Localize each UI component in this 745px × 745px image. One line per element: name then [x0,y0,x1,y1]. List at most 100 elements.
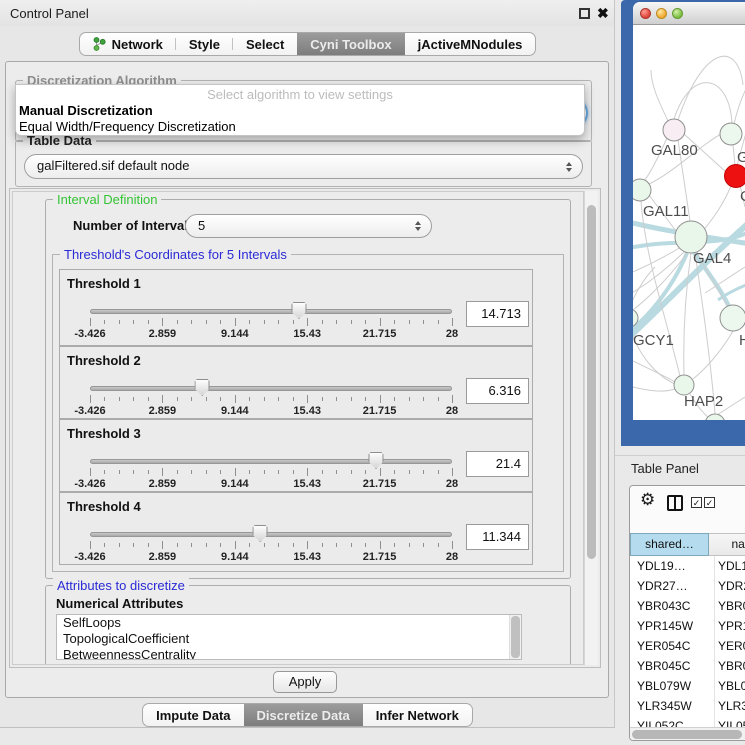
node-bottom-node[interactable] [705,414,725,420]
split-columns-icon[interactable] [667,495,683,511]
column-header-shared-name[interactable]: shared… [630,533,709,556]
network-icon [93,37,106,51]
tab-cyni-toolbox[interactable]: Cyni Toolbox [297,32,404,56]
threshold-slider[interactable]: -3.4262.8599.14415.4321.71528 [90,378,452,420]
table-row[interactable]: YPR145WYPR145W [630,616,745,636]
tick-mark [104,397,105,401]
threshold-slider[interactable]: -3.4262.8599.14415.4321.71528 [90,301,452,343]
tick-mark [264,397,265,401]
tick-label: 9.144 [221,328,249,340]
close-icon[interactable]: ✖ [597,5,609,22]
attribute-item-topologicalcoefficient[interactable]: TopologicalCoefficient [57,631,521,647]
tick-mark [249,397,250,401]
cell-name: YBR043C [718,596,745,616]
tick-mark [162,468,163,476]
numerical-attributes-list[interactable]: SelfLoopsTopologicalCoefficientBetweenne… [56,614,522,660]
attributes-scrollbar[interactable] [509,615,521,659]
attribute-item-selfloops[interactable]: SelfLoops [57,615,521,631]
number-of-intervals-label: Number of Intervals [73,214,195,238]
bottom-tab-impute-data[interactable]: Impute Data [142,703,243,727]
tick-mark [148,320,149,324]
slider-tick-labels: -3.4262.8599.14415.4321.71528 [90,551,452,563]
threshold-value-field[interactable]: 6.316 [466,378,529,404]
node-selected-red[interactable] [725,165,745,188]
node-gal80[interactable] [663,119,685,141]
screen: Control Panel ✖ NetworkStyleSelectCyni T… [0,0,745,745]
node-gal4[interactable] [675,221,707,253]
threshold-label: Threshold 2 [67,353,141,368]
threshold-value-field[interactable]: 14.713 [466,301,529,327]
gear-icon[interactable]: ⚙ [640,490,655,510]
table-hscrollbar-thumb[interactable] [632,730,742,739]
bottom-tab-discretize-data[interactable]: Discretize Data [244,703,363,727]
threshold-value-field[interactable]: 11.344 [466,524,529,550]
tick-mark [293,470,294,474]
checkbox-icon[interactable]: ✓ [691,497,702,508]
tick-mark [104,543,105,547]
table-row[interactable]: YDL19…YDL19 [630,556,745,576]
node-h-node[interactable] [720,305,745,331]
table-row[interactable]: YLR345WYLR345W [630,696,745,716]
node-hap2[interactable] [674,375,694,395]
algorithm-option-equal-width-frequency-discretization[interactable]: Equal Width/Frequency Discretization [16,119,584,135]
tick-mark [438,397,439,401]
bottom-tab-infer-network[interactable]: Infer Network [363,703,473,727]
table-row[interactable]: YBR045CYBR045C [630,656,745,676]
number-of-intervals-combobox[interactable]: 5 [185,214,432,238]
slider-track[interactable] [90,386,452,391]
tick-label: 15.43 [293,405,321,417]
threshold-value-field[interactable]: 21.4 [466,451,529,477]
interval-definition-legend: Interval Definition [53,192,161,207]
column-header-name[interactable]: name [709,533,745,556]
settings-scrollbar[interactable] [584,191,598,665]
network-view-frame: GAL80GAGAL11CGAL4GCY1HHAP2 [621,0,745,446]
checkbox-icon[interactable]: ✓ [704,497,715,508]
number-of-intervals-value: 5 [198,218,205,233]
zoom-traffic-light-icon[interactable] [672,8,683,19]
tick-label: 15.43 [293,551,321,563]
tick-mark [423,543,424,547]
tab-label: Network [112,37,163,52]
tick-mark [409,397,410,401]
tab-jactivemnodules[interactable]: jActiveMNodules [405,32,537,56]
tick-mark [322,543,323,547]
threshold-panel-3: Threshold 3-3.4262.8599.14415.4321.71528… [59,419,533,492]
cell-shared-name: YBR043C [637,596,690,616]
cell-name: YPR145W [718,616,745,636]
table-data-combobox[interactable]: galFiltered.sif default node [24,154,583,179]
bottom-tab-bar: Impute DataDiscretize DataInfer Network [0,703,615,727]
settings-scrollbar-thumb[interactable] [587,205,596,559]
slider-track[interactable] [90,459,452,464]
table-row[interactable]: YER054CYER054C [630,636,745,656]
tab-style[interactable]: Style [176,32,233,56]
thresholds-group: Threshold's Coordinates for 5 Intervals … [52,254,564,572]
tick-label: 28 [446,478,458,490]
slider-track[interactable] [90,532,452,537]
float-icon[interactable] [579,8,590,19]
threshold-slider[interactable]: -3.4262.8599.14415.4321.71528 [90,451,452,493]
table-header: shared… name [630,533,745,556]
node-gal11[interactable] [633,179,651,201]
table-horizontal-scrollbar[interactable] [630,727,745,740]
cell-name: YER054C [718,636,745,656]
tick-mark [365,397,366,401]
attribute-item-betweennesscentrality[interactable]: BetweennessCentrality [57,647,521,660]
attributes-scrollbar-thumb[interactable] [511,616,520,658]
table-row[interactable]: YBR043C YBR043C [630,596,745,616]
table-row[interactable]: YBL079WYBL079W [630,676,745,696]
minimize-traffic-light-icon[interactable] [656,8,667,19]
tab-network[interactable]: Network [79,32,176,56]
algorithm-option-manual-discretization[interactable]: Manual Discretization [16,103,584,119]
tick-mark [394,543,395,547]
slider-track[interactable] [90,309,452,314]
threshold-slider[interactable]: -3.4262.8599.14415.4321.71528 [90,524,452,566]
column-divider [714,556,715,727]
close-traffic-light-icon[interactable] [640,8,651,19]
table-row[interactable]: YIL052CYIL052C [630,716,745,727]
network-canvas[interactable]: GAL80GAGAL11CGAL4GCY1HHAP2 [633,25,745,420]
tick-label: -3.426 [74,328,105,340]
table-row[interactable]: YDR27…YDR27 [630,576,745,596]
node-gal-top-right[interactable] [720,123,742,145]
apply-button[interactable]: Apply [273,671,337,693]
tab-select[interactable]: Select [233,32,297,56]
